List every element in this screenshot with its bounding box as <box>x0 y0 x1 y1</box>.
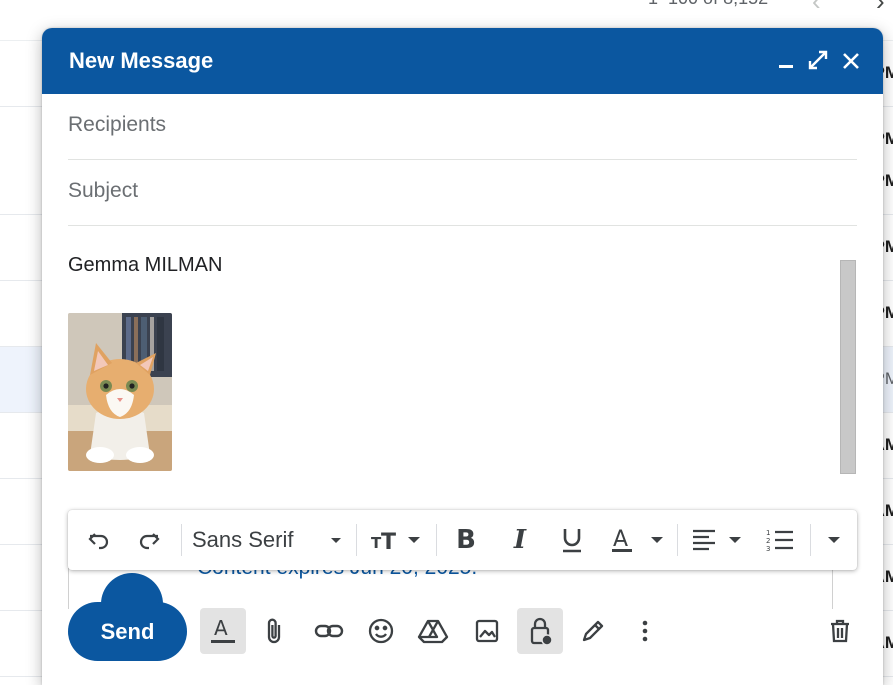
italic-icon[interactable]: I <box>502 520 538 560</box>
bold-icon[interactable]: B <box>448 520 484 560</box>
svg-text:1: 1 <box>766 529 770 537</box>
font-size-icon[interactable]: TT <box>366 520 426 560</box>
underline-icon[interactable] <box>554 520 590 560</box>
compose-title: New Message <box>69 48 214 73</box>
discard-icon[interactable] <box>817 608 863 654</box>
chevron-right-icon[interactable]: › <box>876 0 885 17</box>
font-family-select[interactable]: Sans Serif <box>192 520 352 560</box>
send-button[interactable]: Send <box>68 602 187 661</box>
pager-text: 1–100 of 8,152 <box>648 0 768 9</box>
recipients-field[interactable] <box>68 94 857 160</box>
attach-icon[interactable] <box>252 608 298 654</box>
subject-input[interactable] <box>68 176 848 206</box>
svg-text:T: T <box>381 530 396 553</box>
recipients-input[interactable] <box>68 110 848 140</box>
formatting-toolbar: Sans Serif TT B I A 123 <box>68 510 857 570</box>
drive-icon[interactable] <box>410 608 456 654</box>
minimize-icon[interactable] <box>773 46 799 74</box>
font-family-label: Sans Serif <box>192 527 294 552</box>
emoji-icon[interactable] <box>358 608 404 654</box>
toolbar-divider <box>677 524 678 556</box>
message-body-text[interactable]: Gemma MILMAN <box>68 254 222 277</box>
align-icon[interactable] <box>688 520 748 560</box>
close-icon[interactable] <box>838 46 864 74</box>
svg-text:3: 3 <box>766 545 770 553</box>
chevron-left-icon[interactable]: ‹ <box>812 0 821 17</box>
undo-icon[interactable] <box>82 520 116 560</box>
toolbar-divider <box>810 524 811 556</box>
svg-text:A: A <box>214 616 228 640</box>
text-color-icon[interactable]: A <box>606 520 668 560</box>
redo-icon[interactable] <box>132 520 166 560</box>
more-options-icon[interactable] <box>622 608 668 654</box>
link-icon[interactable] <box>306 608 352 654</box>
kitten-image[interactable] <box>68 313 172 471</box>
signature-card: Content expires Jun 20, 2025. <box>68 568 833 609</box>
toolbar-divider <box>436 524 437 556</box>
compose-window: New Message Gemma MILMAN <box>42 28 883 685</box>
formatting-options-icon[interactable]: A <box>200 608 246 654</box>
compose-header[interactable]: New Message <box>42 28 883 94</box>
body-scrollbar[interactable] <box>840 260 856 474</box>
toolbar-divider <box>181 524 182 556</box>
photo-icon[interactable] <box>464 608 510 654</box>
numbered-list-icon[interactable]: 123 <box>760 520 800 560</box>
expand-icon[interactable] <box>805 46 831 74</box>
chevron-down-icon <box>331 538 341 543</box>
svg-text:A: A <box>613 527 628 552</box>
subject-field[interactable] <box>68 160 857 226</box>
signature-icon[interactable] <box>570 608 616 654</box>
toolbar-divider <box>356 524 357 556</box>
confidential-mode-icon[interactable] <box>517 608 563 654</box>
more-formatting-icon[interactable] <box>818 520 850 560</box>
svg-text:2: 2 <box>766 537 770 545</box>
